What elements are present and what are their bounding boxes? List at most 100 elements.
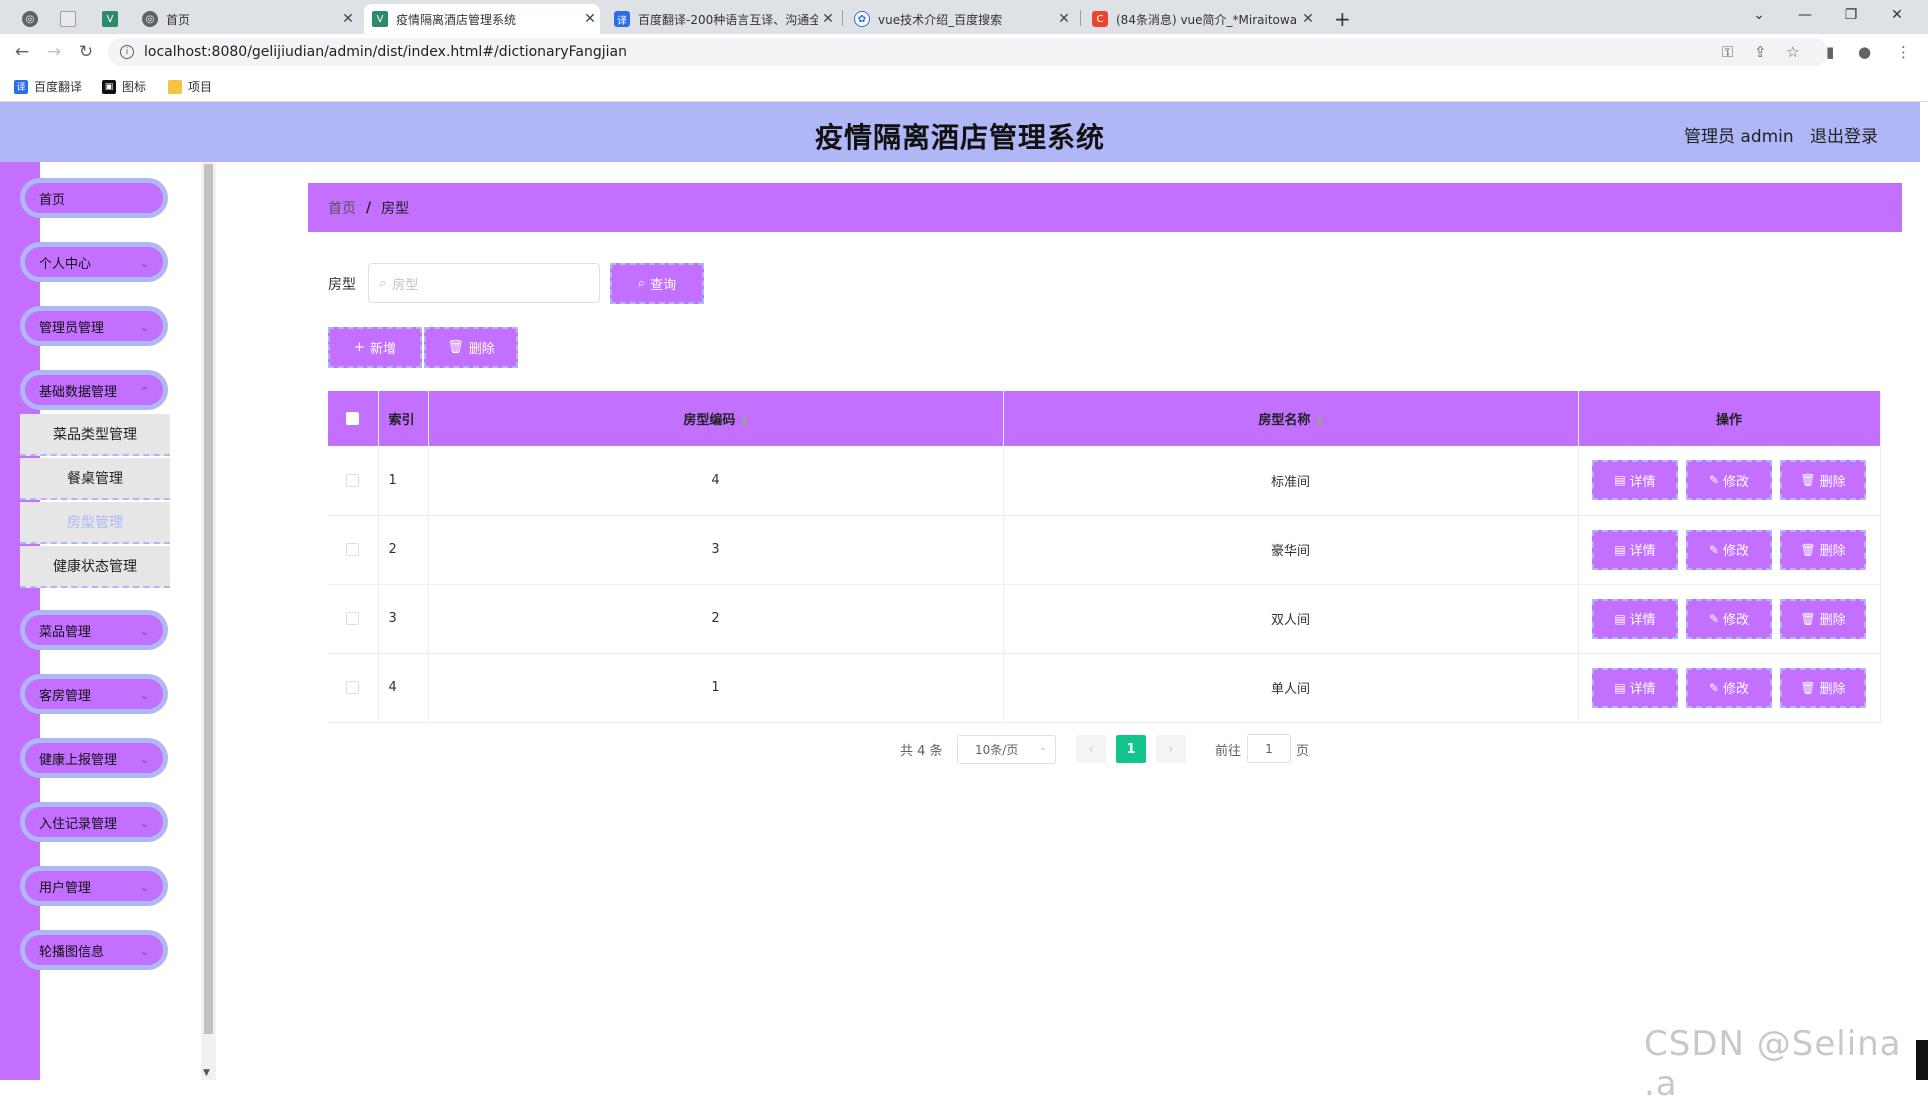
forward-button[interactable]: → [44, 42, 64, 62]
close-icon[interactable]: ✕ [818, 11, 838, 27]
sidebar-item-health-report[interactable]: 健康上报管理 ⌄ [20, 738, 168, 778]
submenu-item-health-status[interactable]: 健康状态管理 [20, 546, 170, 588]
sidebar-item-home[interactable]: 首页 [20, 178, 168, 218]
row-checkbox[interactable] [346, 473, 360, 487]
back-button[interactable]: ← [12, 42, 32, 62]
delete-button[interactable]: 🗑 删除 [1780, 460, 1866, 501]
more-icon[interactable]: ⋮ [1896, 43, 1911, 61]
submenu-item-room-type[interactable]: 房型管理 [20, 502, 170, 544]
trash-icon: 🗑 [1800, 542, 1816, 557]
bookmark-label: 项目 [188, 80, 213, 94]
browser-tab-baidu-translate[interactable]: 译 百度翻译-200种语言互译、沟通全 ✕ [606, 4, 838, 34]
sidebar-item-label: 用户管理 [39, 880, 92, 896]
browser-tab-pinned-3[interactable]: V [94, 4, 126, 34]
row-checkbox[interactable] [346, 681, 360, 694]
page-number-current[interactable]: 1 [1116, 735, 1146, 763]
delete-button[interactable]: 🗑 删除 [1780, 529, 1866, 570]
row-checkbox[interactable] [346, 543, 360, 556]
close-icon[interactable]: ✕ [580, 11, 600, 27]
detail-button[interactable]: ▤ 详情 [1592, 667, 1678, 708]
row-select-cell [328, 515, 379, 585]
close-icon[interactable]: ✕ [338, 11, 358, 27]
goto-page-input[interactable]: 1 [1247, 734, 1291, 763]
delete-button[interactable]: 🗑 删除 [1780, 598, 1866, 639]
cell-code: 4 [428, 446, 1004, 516]
delete-button[interactable]: 🗑 删除 [1780, 667, 1866, 708]
bookmark-icons[interactable]: ▣ 图标 [102, 78, 146, 95]
star-icon[interactable]: ☆ [1786, 43, 1799, 61]
edit-button[interactable]: ✎ 修改 [1686, 529, 1772, 570]
close-icon[interactable]: ✕ [1054, 11, 1074, 27]
cell-index: 2 [378, 515, 429, 585]
select-all-checkbox[interactable] [346, 412, 360, 425]
bookmark-baidu-translate[interactable]: 译 百度翻译 [14, 78, 82, 95]
sidebar-scrollbar[interactable]: ▼ [201, 162, 216, 1080]
column-header-code[interactable]: 房型编码 ▲ ▼ [428, 391, 1004, 446]
next-page-button[interactable]: › [1156, 735, 1186, 763]
browser-tab-active[interactable]: V 疫情隔离酒店管理系统 ✕ [364, 4, 600, 34]
add-button[interactable]: + 新增 [328, 327, 422, 368]
document-icon: ▤ [1614, 542, 1626, 557]
table-row: 1 4 标准间 ▤ 详情 ✎ 修改 🗑 删除 [328, 446, 1881, 516]
browser-tab-baidu-search[interactable]: ✿ vue技术介绍_百度搜索 ✕ [846, 4, 1074, 34]
edit-button[interactable]: ✎ 修改 [1686, 667, 1772, 708]
browser-tab-csdn[interactable]: C (84条消息) vue简介_*Miraitowa ✕ [1084, 4, 1318, 34]
bookmarks-bar: 译 百度翻译 ▣ 图标 项目 [0, 70, 1928, 102]
sidebar-item-basic-data[interactable]: 基础数据管理 ⌃ [20, 370, 168, 410]
sidebar-item-room-management[interactable]: 客房管理 ⌄ [20, 674, 168, 714]
table-header-row: 索引 房型编码 ▲ ▼ 房型名称 ▲ ▼ 操作 [328, 391, 1881, 446]
sidebar-item-dish-management[interactable]: 菜品管理 ⌄ [20, 610, 168, 650]
cell-name: 豪华间 [1003, 515, 1579, 585]
scroll-down-icon[interactable]: ▼ [203, 1068, 210, 1078]
submenu-item-dish-type[interactable]: 菜品类型管理 [20, 414, 170, 456]
profile-icon[interactable]: ● [1858, 43, 1871, 61]
sidebar-item-user-management[interactable]: 用户管理 ⌄ [20, 866, 168, 906]
breadcrumb-home[interactable]: 首页 [328, 198, 356, 218]
sort-icon[interactable]: ▲ ▼ [1316, 413, 1322, 427]
scrollbar-thumb[interactable] [204, 164, 213, 1034]
browser-tab-title: (84条消息) vue简介_*Miraitowa [1116, 12, 1298, 27]
bookmark-project[interactable]: 项目 [168, 78, 212, 95]
detail-button[interactable]: ▤ 详情 [1592, 460, 1678, 501]
detail-button[interactable]: ▤ 详情 [1592, 529, 1678, 570]
tab-search-button[interactable]: ⌄ [1736, 0, 1782, 30]
sidebar-item-admin-management[interactable]: 管理员管理 ⌄ [20, 306, 168, 346]
address-bar[interactable]: i localhost:8080/gelijiudian/admin/dist/… [108, 38, 1828, 66]
sidebar-item-carousel[interactable]: 轮播图信息 ⌄ [20, 930, 168, 970]
column-header-label: 房型编码 [683, 413, 736, 428]
restore-button[interactable]: ❐ [1828, 0, 1874, 30]
column-header-index: 索引 [378, 391, 429, 446]
minimize-button[interactable]: — [1782, 0, 1828, 30]
row-checkbox[interactable] [346, 612, 360, 625]
close-window-button[interactable]: ✕ [1874, 0, 1920, 30]
batch-delete-button[interactable]: 🗑 删除 [424, 327, 518, 368]
submenu-item-label: 房型管理 [67, 515, 123, 531]
page-size-select[interactable]: 10条/页 ⌄ [957, 735, 1056, 764]
room-type-search-input[interactable]: ⌕ 房型 [368, 263, 600, 303]
query-button[interactable]: ⌕ 查询 [610, 263, 704, 304]
browser-tab-home[interactable]: ◎ 首页 ✕ [134, 4, 358, 34]
prev-page-button[interactable]: ‹ [1076, 735, 1106, 763]
plus-icon: + [1334, 7, 1351, 31]
detail-button[interactable]: ▤ 详情 [1592, 598, 1678, 639]
url-text: localhost:8080/gelijiudian/admin/dist/in… [144, 44, 627, 60]
breadcrumb-current: 房型 [381, 200, 410, 217]
sidebar-item-checkin-records[interactable]: 入住记录管理 ⌄ [20, 802, 168, 842]
browser-tab-pinned-2[interactable] [52, 4, 84, 34]
edit-button[interactable]: ✎ 修改 [1686, 460, 1772, 501]
browser-tab-pinned-1[interactable]: ◎ [14, 4, 46, 34]
sidebar-item-personal-center[interactable]: 个人中心 ⌄ [20, 242, 168, 282]
share-icon[interactable]: ⇪ [1754, 43, 1767, 61]
sort-icon[interactable]: ▲ ▼ [741, 413, 747, 427]
reload-button[interactable]: ↻ [76, 42, 96, 62]
delete-label: 删除 [1819, 544, 1846, 559]
column-header-name[interactable]: 房型名称 ▲ ▼ [1003, 391, 1579, 446]
key-icon[interactable]: ⚿ [1722, 43, 1733, 61]
edit-button[interactable]: ✎ 修改 [1686, 598, 1772, 639]
sidepanel-icon[interactable]: ▮ [1826, 43, 1834, 61]
edit-icon: ✎ [1708, 611, 1720, 626]
submenu-item-table[interactable]: 餐桌管理 [20, 458, 170, 500]
logout-link[interactable]: 退出登录 [1810, 122, 1878, 147]
close-icon[interactable]: ✕ [1298, 11, 1318, 27]
new-tab-button[interactable]: + [1330, 4, 1360, 34]
